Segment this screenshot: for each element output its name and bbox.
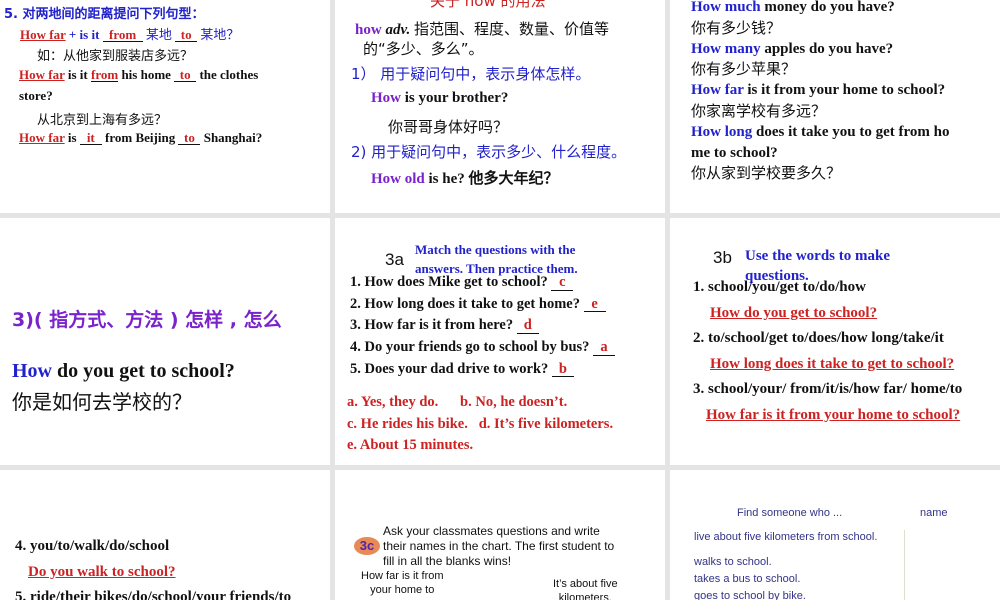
speech-bubble-question: How far is it from your home to [361, 570, 444, 596]
line: 你有多少苹果？ [691, 60, 797, 79]
usage-2: 2) 用于疑问句中，表示多少、什么程度。 [351, 143, 627, 161]
example-2-cn: 从北京到上海有多远？ [37, 113, 168, 128]
example: How do you get to school? [12, 360, 235, 382]
pattern: How far + is it from 某地 to 某地？ [20, 27, 240, 43]
line: 你家离学校有多远？ [691, 101, 827, 120]
word-prompt: 1. school/you/get to/do/how [693, 279, 866, 295]
chart-row: goes to school by bike. [694, 590, 806, 600]
slide-3b-cont: 4. you/to/walk/do/school Do you walk to s… [0, 470, 330, 600]
column-divider [904, 530, 905, 600]
definition-cont: 的“多少、多么”。 [363, 40, 484, 58]
item-list: 4. you/to/walk/do/school Do you walk to s… [15, 534, 291, 600]
chart-row: takes a bus to school. [694, 573, 801, 585]
answer: a. Yes, they do. b. No, he doesn’t. [347, 394, 568, 410]
exercise-label: 3a [385, 250, 404, 269]
slide-how-usage: 关于 how 的用法 how adv. 指范围、程度、数量、价值等 的“多少、多… [335, 0, 665, 213]
instructions: Ask your classmates questions and write t… [383, 524, 615, 568]
example-cn: 如：从他家到服装店多远？ [37, 49, 194, 64]
exercise-badge: 3c [354, 537, 380, 555]
line: 你从家到学校要多久？ [691, 164, 842, 183]
usage-1-example: How is your brother? [371, 90, 509, 106]
usage-1: 1） 用于疑问句中，表示身体怎样。 [351, 65, 591, 83]
example-2: How far is it from Beijing to Shanghai? [19, 130, 263, 145]
slide-survey-chart: Find someone who ... name live about fiv… [670, 470, 1000, 600]
question: 5. Does your dad drive to work? b [350, 359, 615, 381]
chart-row: walks to school. [694, 556, 772, 568]
question-list: 1. How does Mike get to school? c 2. How… [350, 272, 616, 381]
slide-3b: 3b Use the words to make questions. 1. sc… [670, 218, 1000, 465]
exercise-label: 3b [713, 248, 732, 267]
chart-header: Find someone who ... [737, 507, 843, 519]
slide-how-manner: 3)( 指方式、方法 ) 怎样 , 怎么 How do you get to s… [0, 218, 330, 465]
question: 1. How does Mike get to school? c [350, 272, 615, 294]
slide-title: 关于 how 的用法 [430, 0, 546, 10]
name-column-header: name [920, 507, 948, 519]
example-cn: 你是如何去学校的？ [12, 390, 192, 414]
usage-2-example: How old is he? 他多大年纪？ [371, 171, 559, 187]
line: How far is it from your home to school? [691, 82, 946, 99]
slide-how-examples: How much money do you have? 你有多少钱？ How m… [670, 0, 1000, 213]
question: 2. How long does it take to get home? e [350, 294, 615, 316]
example-1: How far is it from his home to the cloth… [19, 67, 259, 82]
item-list: 1. school/you/get to/do/how How do you ge… [693, 275, 962, 428]
line: How much money do you have? [691, 0, 895, 15]
chart-row: live about five kilometers from school. [694, 531, 878, 543]
slide-distance-questions: 5. 对两地间的距离提问下列句型： How far + is it from 某… [0, 0, 330, 213]
word-prompt: 4. you/to/walk/do/school [15, 538, 170, 554]
question: 4. Do your friends go to school by bus? … [350, 337, 616, 359]
answer: e. About 15 minutes. [347, 437, 474, 453]
question: 3. How far is it from here? d [350, 315, 615, 337]
word-prompt: 2. to/school/get to/does/how long/take/i… [693, 330, 944, 346]
word-prompt: 3. school/your/ from/it/is/how far/ home… [693, 381, 963, 397]
line: me to school? [691, 144, 778, 161]
slide-title: 5. 对两地间的距离提问下列句型： [4, 7, 205, 22]
answer: c. He rides his bike. d. It’s five kilom… [347, 415, 614, 432]
answer: How long does it take to get to school? [710, 355, 955, 372]
definition: how adv. 指范围、程度、数量、价值等 [355, 20, 610, 38]
example-1-cont: store? [19, 88, 53, 103]
line: How long does it take you to get from ho [691, 123, 950, 140]
answer: Do you walk to school? [28, 563, 176, 580]
line: How many apples do you have? [691, 40, 894, 57]
example-list: How much money do you have? 你有多少钱？ How m… [691, 0, 949, 184]
answer-list: a. Yes, they do. b. No, he doesn’t. c. He… [347, 392, 613, 457]
line: 你有多少钱？ [691, 18, 782, 37]
slide-3c: 3c Ask your classmates questions and wri… [335, 470, 665, 600]
usage-1-cn: 你哥哥身体好吗？ [388, 118, 509, 136]
answer: How far is it from your home to school? [706, 406, 961, 423]
answer: How do you get to school? [710, 304, 878, 321]
speech-bubble-answer: It’s about five kilometers. [553, 578, 618, 600]
slide-3a: 3a Match the questions with the answers. … [335, 218, 665, 465]
word-prompt: 5. ride/their bikes/do/school/your frien… [15, 589, 292, 600]
heading: 3)( 指方式、方法 ) 怎样 , 怎么 [12, 309, 282, 331]
